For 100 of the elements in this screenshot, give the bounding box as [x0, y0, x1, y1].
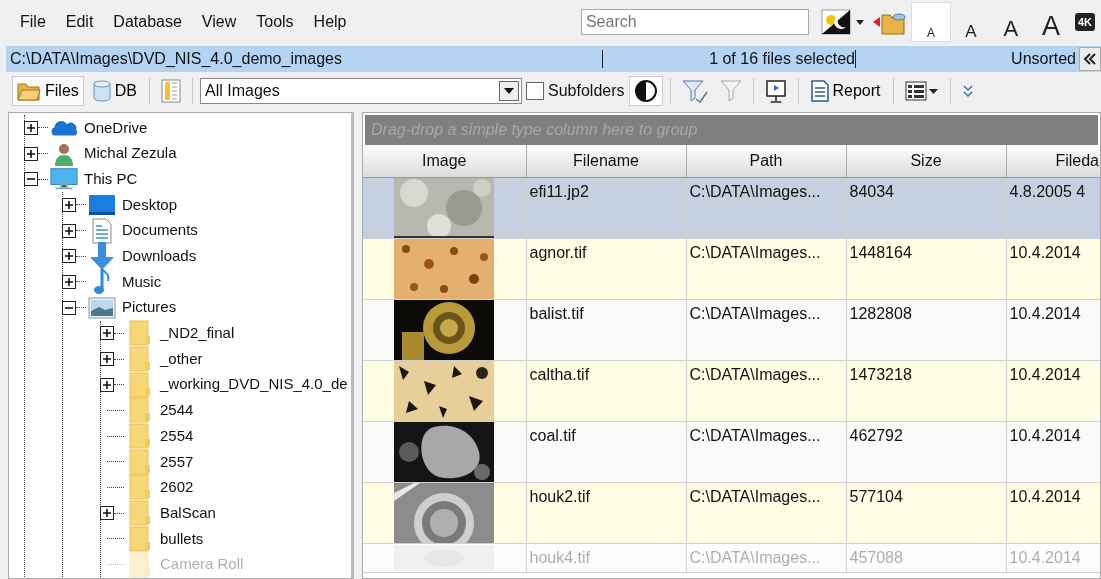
picture-frame-icon: [88, 296, 116, 319]
tree-item-label[interactable]: 2554: [160, 424, 194, 448]
file-row[interactable]: agnor.tif C:\DATA\Images... 1448164 10.4.2014: [363, 238, 1100, 299]
tree-item-label[interactable]: 2602: [160, 476, 194, 499]
table-cell: 4.8.2005 4: [1009, 182, 1086, 200]
tree-item-label[interactable]: Documents: [122, 219, 198, 242]
tree-item-label[interactable]: Michal Zezula: [84, 142, 177, 165]
tree-item-label[interactable]: BalScan: [160, 501, 216, 525]
file-row[interactable]: caltha.tif C:\DATA\Images... 1473218 10.4.2014: [363, 360, 1100, 421]
source-tab[interactable]: Files: [12, 76, 84, 106]
source-tab[interactable]: DB: [87, 76, 142, 106]
presentation-icon: [764, 79, 787, 103]
font-size-button[interactable]: A: [1030, 2, 1071, 42]
expand-toggle[interactable]: [62, 197, 76, 212]
subfolders-checkbox[interactable]: [526, 82, 544, 100]
resolution-badge[interactable]: 4K: [1074, 12, 1095, 32]
tree-item-label[interactable]: Desktop: [122, 193, 178, 217]
font-size-button[interactable]: A: [950, 2, 991, 42]
tree-item-label[interactable]: _working_DVD_NIS_4.0_de: [160, 373, 348, 396]
table-cell: 10.4.2014: [1009, 426, 1081, 444]
menu-item[interactable]: Database: [103, 11, 192, 33]
expand-toggle[interactable]: [100, 506, 114, 521]
column-header[interactable]: Fileda: [1006, 145, 1100, 177]
tree-item-label[interactable]: 2557: [160, 450, 194, 474]
tree-item-label[interactable]: _other: [160, 347, 203, 371]
table-cell: 84034: [849, 182, 894, 200]
column-header[interactable]: Image: [363, 145, 526, 177]
menu-item[interactable]: Help: [303, 11, 357, 33]
tree-item-label[interactable]: 2544: [160, 399, 194, 422]
tree-item-label[interactable]: This PC: [84, 167, 138, 191]
report-button[interactable]: Report: [805, 76, 886, 106]
caret-icon: [504, 88, 514, 94]
menu-item[interactable]: Edit: [55, 11, 104, 33]
filter-icon: [719, 79, 742, 103]
tree-item-label[interactable]: bullets: [160, 527, 204, 551]
expand-toggle[interactable]: [62, 274, 76, 289]
expand-toggle[interactable]: [24, 172, 38, 187]
plus-icon: [102, 328, 112, 339]
music-note-icon: [93, 267, 111, 296]
table-cell: C:\DATA\Images...: [689, 487, 821, 505]
file-row[interactable]: efi11.jp2 C:\DATA\Images... 84034 4.8.2005 4: [363, 177, 1100, 238]
plus-icon: [64, 251, 74, 262]
expand-toggle[interactable]: [62, 300, 76, 315]
font-size-button[interactable]: A: [990, 2, 1031, 42]
search-field[interactable]: Search: [580, 9, 809, 35]
column-header[interactable]: Path: [686, 145, 846, 177]
expand-toggle[interactable]: [100, 352, 114, 367]
plus-icon: [64, 199, 74, 210]
folder-icon: [129, 525, 151, 552]
table-cell: 1473218: [849, 365, 912, 383]
expand-toggle[interactable]: [24, 146, 38, 161]
database-icon: [92, 80, 111, 102]
contrast-button[interactable]: [628, 76, 663, 106]
file-row[interactable]: coal.tif C:\DATA\Images... 462792 10.4.2014: [363, 421, 1100, 482]
column-header[interactable]: Size: [846, 145, 1006, 177]
table-cell: C:\DATA\Images...: [689, 182, 821, 200]
table-cell: 10.4.2014: [1009, 243, 1081, 261]
expand-toggle[interactable]: [100, 326, 114, 341]
menu-item[interactable]: Tools: [246, 11, 304, 33]
expand-toggle[interactable]: [100, 377, 114, 392]
folder-icon: [129, 448, 151, 475]
font-size-button[interactable]: A: [910, 2, 951, 42]
menu-item[interactable]: View: [191, 11, 247, 33]
table-cell: houk4.tif: [529, 548, 590, 566]
table-cell: C:\DATA\Images...: [689, 426, 821, 444]
table-cell: C:\DATA\Images...: [689, 365, 821, 383]
column-header[interactable]: Filename: [526, 145, 686, 177]
tree-item-label[interactable]: _ND2_final: [160, 322, 235, 345]
expand-toggle[interactable]: [24, 120, 38, 135]
table-cell: 10.4.2014: [1009, 365, 1081, 383]
table-cell: 10.4.2014: [1009, 548, 1081, 566]
collapse-button[interactable]: [1079, 47, 1101, 71]
tree-item-label[interactable]: Music: [122, 270, 162, 294]
tree-item-label[interactable]: Downloads: [122, 245, 197, 268]
table-cell: C:\DATA\Images...: [689, 304, 821, 322]
file-row[interactable]: houk2.tif C:\DATA\Images... 577104 10.4.2014: [363, 482, 1100, 543]
table-cell: 1448164: [849, 243, 912, 261]
table-cell: 10.4.2014: [1009, 487, 1081, 505]
file-row[interactable]: balist.tif C:\DATA\Images... 1282808 10.4.2014: [363, 299, 1100, 360]
expand-toggle[interactable]: [62, 223, 76, 238]
chevrons-down-icon: [961, 84, 974, 98]
plus-icon: [26, 148, 36, 159]
sort-label[interactable]: Unsorted: [1011, 47, 1076, 71]
plus-icon: [102, 354, 112, 365]
table-cell: 457088: [849, 548, 903, 566]
computer-icon: [50, 167, 78, 192]
document-icon: [92, 217, 112, 244]
folder-icon: [129, 423, 151, 450]
table-cell: agnor.tif: [529, 243, 587, 261]
plus-icon: [26, 122, 36, 133]
tree-item-label[interactable]: Pictures: [122, 296, 177, 319]
expand-toggle[interactable]: [62, 249, 76, 264]
menu-item[interactable]: File: [10, 11, 56, 33]
folder-icon: [129, 551, 151, 578]
plus-icon: [64, 225, 74, 236]
table-cell: C:\DATA\Images...: [689, 243, 821, 261]
table-cell: 577104: [849, 487, 903, 505]
list-view-icon: [904, 80, 939, 102]
tree-item-label[interactable]: OneDrive: [84, 116, 148, 140]
filter-dropdown[interactable]: All Images: [200, 78, 522, 104]
